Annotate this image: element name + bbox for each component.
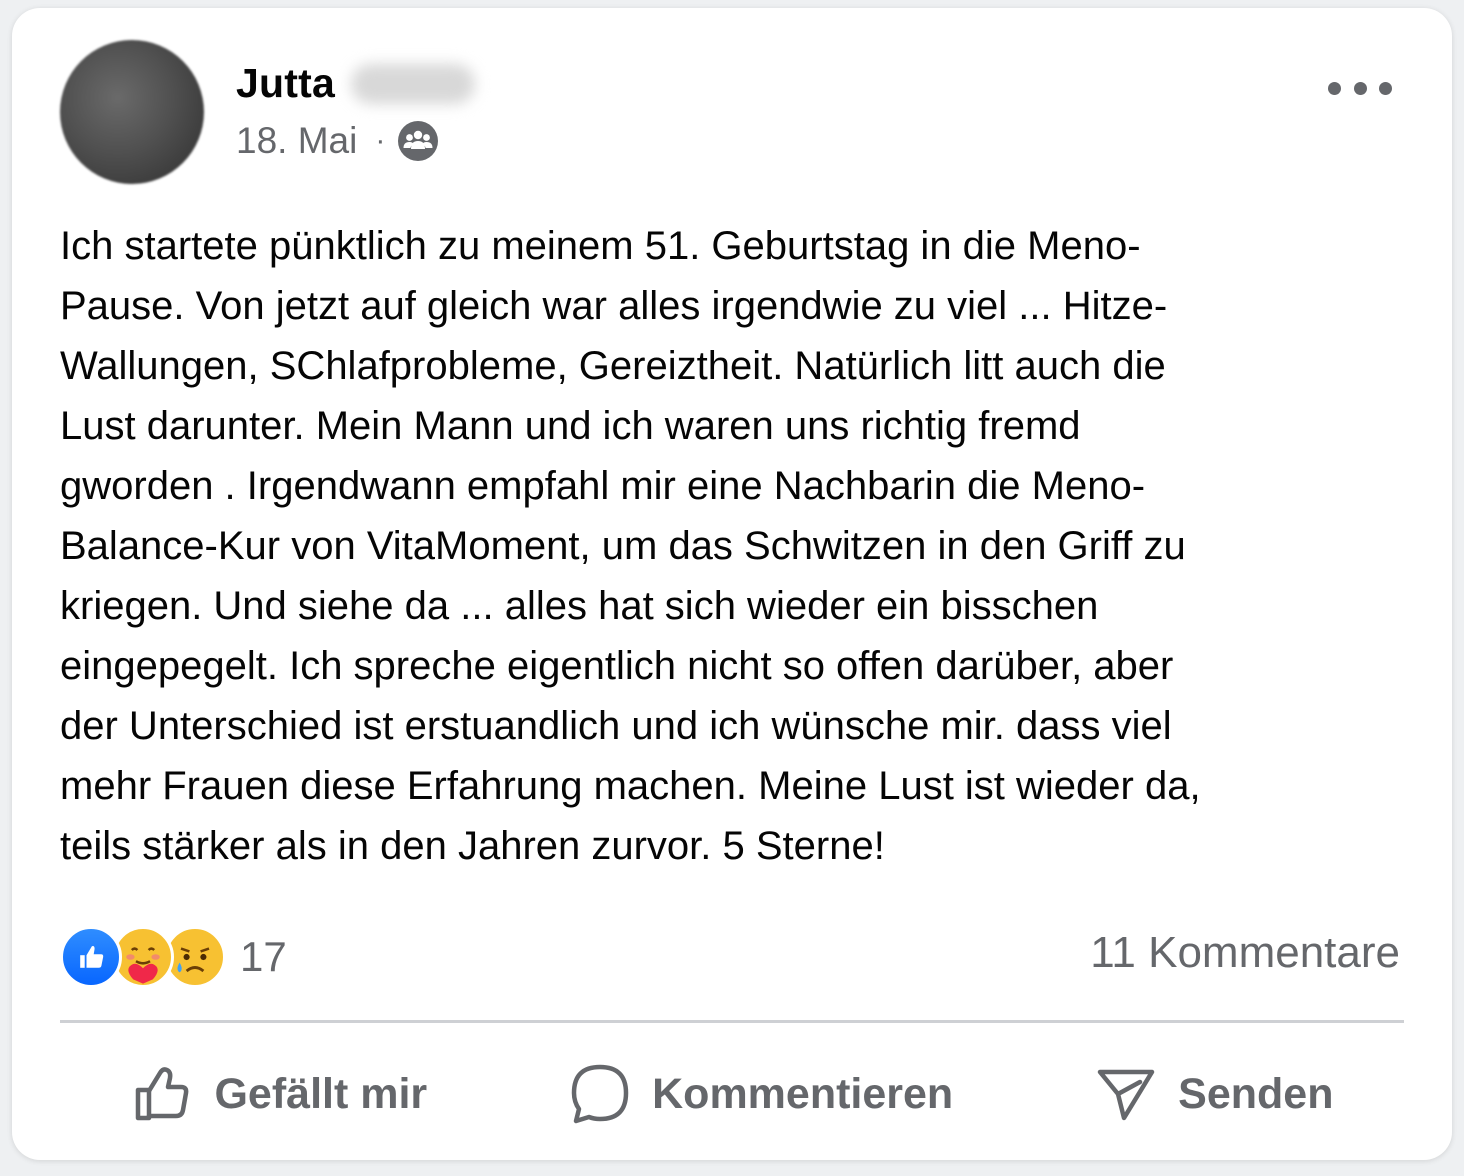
more-horizontal-icon	[1379, 81, 1392, 95]
meta-separator: ·	[375, 124, 386, 157]
send-icon	[1097, 1069, 1155, 1121]
comment-bubble-icon	[571, 1064, 629, 1124]
more-options-button[interactable]	[1328, 68, 1392, 108]
post-meta: 18. Mai ·	[236, 120, 439, 162]
group-icon	[398, 121, 439, 161]
more-horizontal-icon	[1328, 81, 1341, 95]
comment-button[interactable]: Kommentieren	[568, 1062, 953, 1126]
post-date[interactable]: 18. Mai	[236, 120, 357, 162]
post-actions: Gefällt mir Kommentieren Senden	[60, 1054, 1404, 1134]
author-surname-blurred	[350, 63, 475, 104]
divider	[60, 1020, 1404, 1023]
send-label: Senden	[1178, 1069, 1334, 1118]
more-horizontal-icon	[1353, 81, 1367, 95]
like-button[interactable]: Gefällt mir	[130, 1062, 427, 1126]
reaction-count[interactable]: 17	[240, 933, 287, 981]
avatar[interactable]	[60, 40, 204, 184]
like-label: Gefällt mir	[214, 1069, 428, 1118]
post-card: Jutta 18. Mai · Ich startete pünktlich z…	[12, 8, 1452, 1160]
like-reaction-icon	[60, 926, 122, 988]
send-button[interactable]: Senden	[1094, 1062, 1333, 1126]
reactions-summary[interactable]: 17	[60, 926, 287, 988]
comment-label: Kommentieren	[652, 1069, 954, 1118]
post-author[interactable]: Jutta	[236, 60, 475, 107]
author-name[interactable]: Jutta	[236, 60, 335, 107]
post-text: Ich startete pünktlich zu meinem 51. Geb…	[60, 224, 1201, 868]
thumbs-up-icon	[136, 1067, 189, 1121]
comments-count[interactable]: 11 Kommentare	[1090, 928, 1400, 978]
